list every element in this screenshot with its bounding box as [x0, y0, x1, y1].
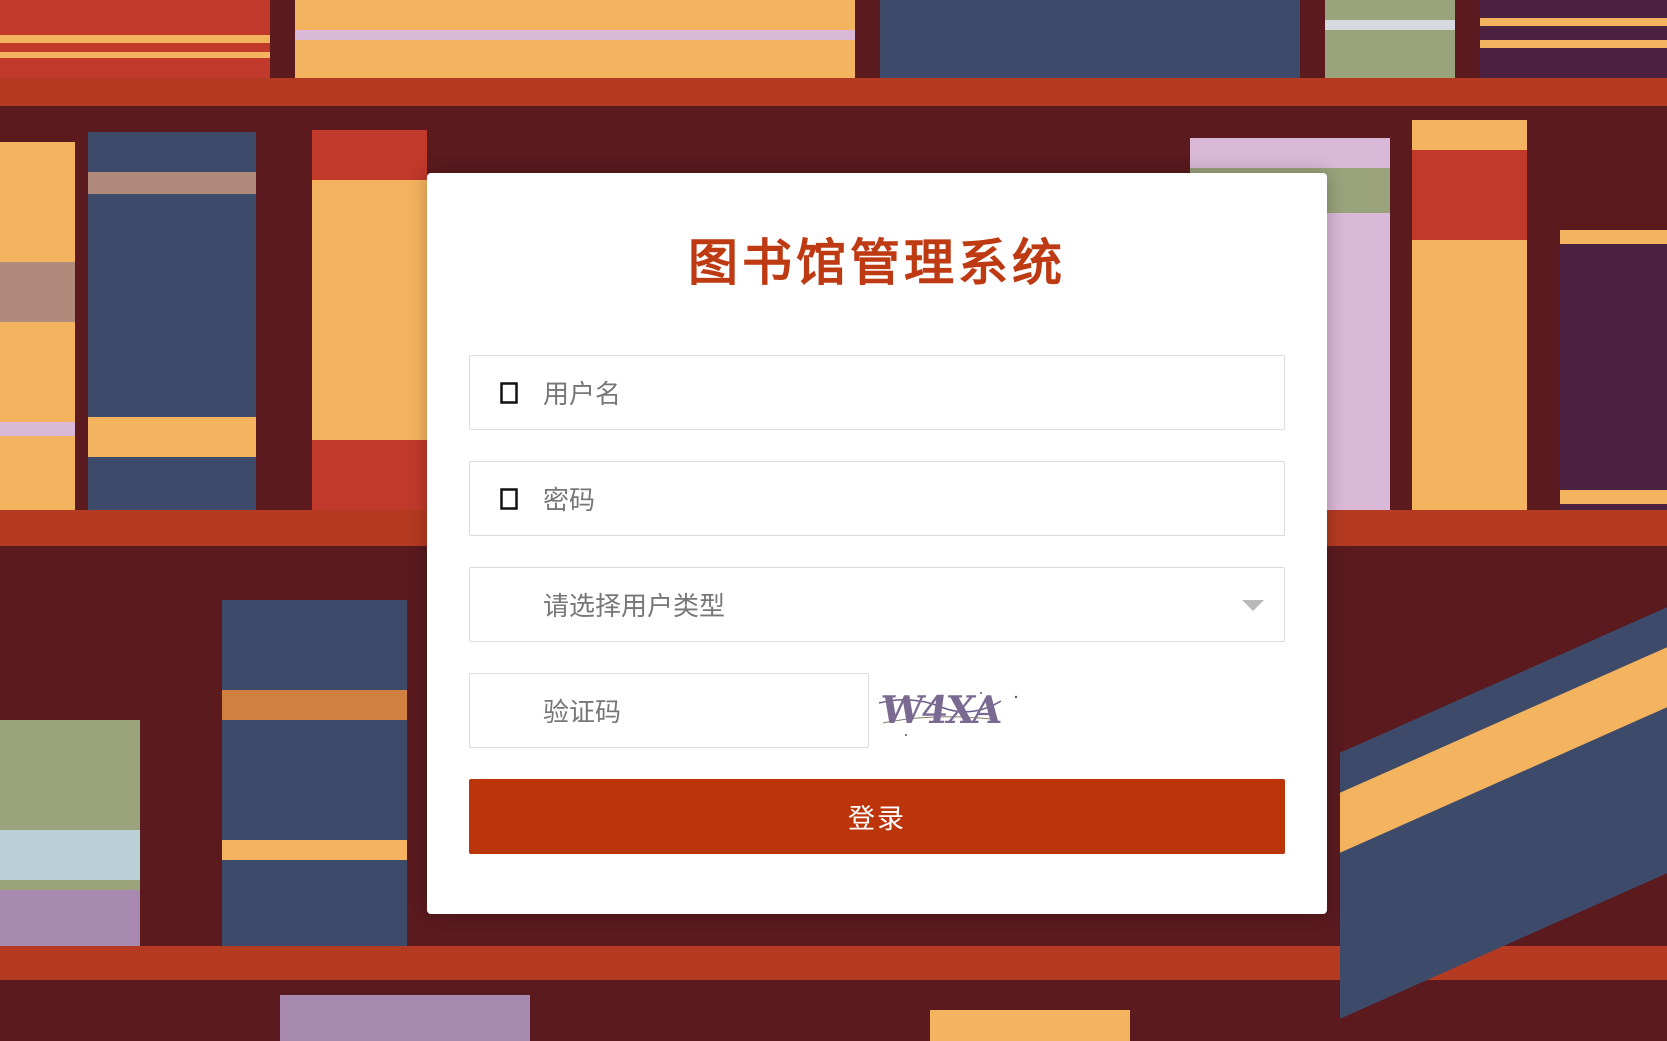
login-card: 图书馆管理系统 用户名 密码 请选择用户类型 验证码 W4XA 登录 [427, 173, 1327, 914]
lock-icon [500, 488, 518, 510]
chevron-down-icon[interactable] [1242, 600, 1264, 611]
user-icon [500, 382, 518, 404]
user-type-placeholder: 请选择用户类型 [543, 592, 726, 622]
captcha-image[interactable]: W4XA [871, 673, 1031, 748]
password-field[interactable]: 密码 [469, 461, 1285, 536]
captcha-input[interactable]: 验证码 [469, 673, 869, 748]
password-placeholder: 密码 [543, 486, 596, 516]
user-type-select[interactable]: 请选择用户类型 [469, 567, 1285, 642]
captcha-text: W4XA [877, 687, 1003, 732]
username-placeholder: 用户名 [543, 380, 622, 410]
username-field[interactable]: 用户名 [469, 355, 1285, 430]
page-title: 图书馆管理系统 [688, 234, 1066, 292]
captcha-placeholder: 验证码 [543, 698, 622, 728]
login-button[interactable]: 登录 [469, 779, 1285, 854]
